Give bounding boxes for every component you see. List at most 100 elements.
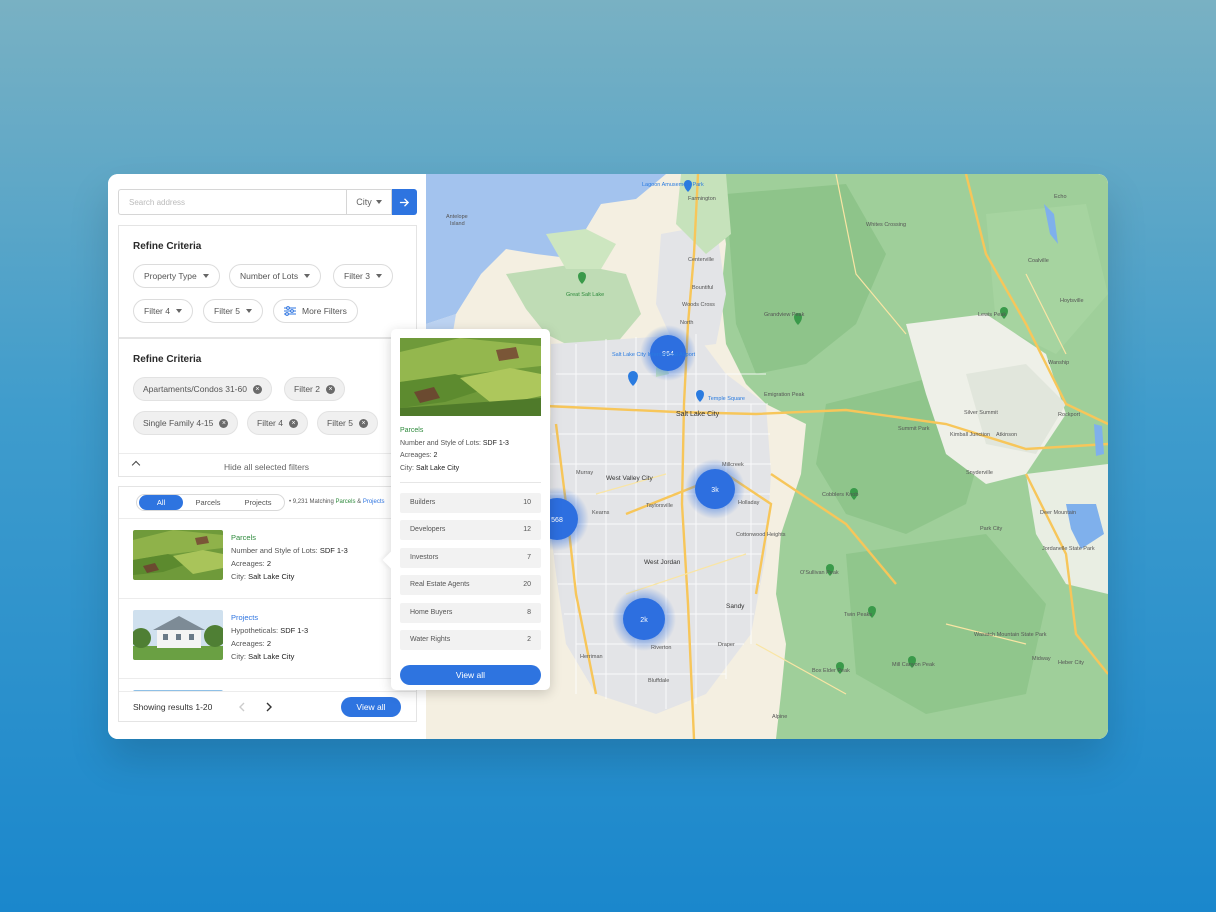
map-label: Grandview Peak bbox=[764, 312, 805, 318]
matching-projects-link[interactable]: Projects bbox=[363, 499, 385, 505]
map-label: Woods Cross bbox=[682, 302, 715, 308]
filter-3[interactable]: Filter 3 bbox=[333, 264, 393, 288]
map-label: Whites Crossing bbox=[866, 222, 906, 228]
map-label: Echo bbox=[1054, 194, 1067, 200]
more-filters-label: More Filters bbox=[302, 306, 347, 316]
result-detail: City: Salt Lake City bbox=[231, 652, 295, 661]
close-icon[interactable]: × bbox=[358, 418, 368, 428]
chip-label: Filter 4 bbox=[257, 418, 283, 428]
caret-down-icon bbox=[375, 200, 382, 204]
close-icon[interactable]: × bbox=[325, 384, 335, 394]
close-icon[interactable]: × bbox=[288, 418, 298, 428]
filter-label: Filter 3 bbox=[344, 271, 370, 281]
map-label: Box Elder Peak bbox=[812, 668, 850, 674]
popup-type: Parcels bbox=[400, 427, 424, 434]
filter-4[interactable]: Filter 4 bbox=[133, 299, 193, 323]
map-label: Great Salt Lake bbox=[566, 292, 604, 298]
filter-5[interactable]: Filter 5 bbox=[203, 299, 263, 323]
section-title: Refine Criteria bbox=[133, 354, 202, 365]
map-label: Snyderville bbox=[966, 470, 993, 476]
cluster-marker[interactable]: 2k bbox=[612, 587, 676, 651]
results-list: All Parcels Projects • 9,231 Matching Pa… bbox=[118, 486, 417, 722]
close-icon[interactable]: × bbox=[252, 384, 262, 394]
results-count: Showing results 1-20 bbox=[133, 702, 213, 712]
close-icon[interactable]: × bbox=[219, 418, 229, 428]
popup-category-row[interactable]: Water Rights 2 bbox=[400, 630, 541, 650]
popup-detail: Number and Style of Lots: SDF 1-3 bbox=[400, 440, 509, 447]
popup-image bbox=[400, 338, 541, 416]
search-bar: City bbox=[118, 189, 417, 215]
chevron-left-icon[interactable] bbox=[236, 701, 248, 713]
cluster-marker[interactable]: 3k bbox=[685, 459, 745, 519]
selected-filter-chip[interactable]: Filter 5 × bbox=[317, 411, 378, 435]
map-label: Midway bbox=[1032, 656, 1051, 662]
popup-category-row[interactable]: Developers 12 bbox=[400, 520, 541, 540]
selected-filter-chip[interactable]: Apartaments/Condos 31-60 × bbox=[133, 377, 272, 401]
map-label: Salt Lake City bbox=[676, 411, 720, 418]
tab-projects[interactable]: Projects bbox=[233, 495, 283, 510]
map-label: Rockport bbox=[1058, 412, 1080, 418]
map-label: Island bbox=[450, 221, 465, 227]
selected-filter-chip[interactable]: Filter 4 × bbox=[247, 411, 308, 435]
result-detail: Acreages: 2 bbox=[231, 559, 272, 568]
map-label: Farmington bbox=[688, 196, 716, 202]
map-label: Alpine bbox=[772, 714, 787, 720]
tab-all[interactable]: All bbox=[139, 495, 183, 510]
refine-criteria-filters: Refine Criteria Property Type Number of … bbox=[118, 225, 417, 338]
map-label: Millcreek bbox=[722, 462, 744, 468]
caret-down-icon bbox=[375, 274, 382, 278]
map-label: Cottonwood Heights bbox=[736, 532, 786, 538]
map-label: Mill Canyon Peak bbox=[892, 662, 935, 668]
map-label: Wanship bbox=[1048, 360, 1069, 366]
result-type: Projects bbox=[231, 613, 259, 622]
map-label: Twin Peaks bbox=[844, 612, 872, 618]
search-submit-button[interactable] bbox=[392, 189, 417, 215]
selected-filter-chip[interactable]: Single Family 4-15 × bbox=[133, 411, 239, 435]
map-label: Wasatch Mountain State Park bbox=[974, 632, 1047, 638]
filter-number-of-lots[interactable]: Number of Lots bbox=[229, 264, 322, 288]
map-label: Park City bbox=[980, 526, 1003, 532]
popup-category-row[interactable]: Real Estate Agents 20 bbox=[400, 575, 541, 595]
chip-label: Filter 5 bbox=[327, 418, 353, 428]
popup-category-row[interactable]: Home Buyers 8 bbox=[400, 603, 541, 623]
selected-filter-chip[interactable]: Filter 2 × bbox=[284, 377, 345, 401]
map-label: Lewis Peak bbox=[978, 312, 1006, 318]
cluster-label: 3k bbox=[711, 487, 719, 494]
view-all-button[interactable]: View all bbox=[341, 697, 401, 717]
hide-filters-label: Hide all selected filters bbox=[224, 462, 310, 472]
map-label: Herriman bbox=[580, 654, 603, 660]
app-window: 964 3k 568 2k Lagoon Amusement Park Farm… bbox=[108, 174, 1108, 739]
city-select[interactable]: City bbox=[346, 189, 392, 215]
list-item[interactable]: Parcels Number and Style of Lots: SDF 1-… bbox=[119, 518, 416, 598]
map-label: Silver Summit bbox=[964, 410, 998, 416]
tab-parcels[interactable]: Parcels bbox=[183, 495, 233, 510]
matching-parcels-link[interactable]: Parcels bbox=[335, 499, 355, 505]
popup-category-row[interactable]: Builders 10 bbox=[400, 493, 541, 513]
divider bbox=[400, 482, 541, 483]
chip-label: Filter 2 bbox=[294, 384, 320, 394]
chip-label: Single Family 4-15 bbox=[143, 418, 214, 428]
map-label: Deer Mountain bbox=[1040, 510, 1076, 516]
popup-view-all-button[interactable]: View all bbox=[400, 665, 541, 685]
map-label: Taylorsville bbox=[646, 503, 673, 509]
map-label: West Valley City bbox=[606, 475, 653, 482]
popup-category-row[interactable]: Investors 7 bbox=[400, 548, 541, 568]
caret-down-icon bbox=[245, 309, 252, 313]
chevron-right-icon[interactable] bbox=[263, 701, 275, 713]
chevron-up-icon bbox=[131, 460, 141, 470]
filter-property-type[interactable]: Property Type bbox=[133, 264, 220, 288]
matching-text: • 9,231 Matching bbox=[289, 499, 334, 505]
list-item[interactable]: Projects Hypotheticals: SDF 1-3 Acreages… bbox=[119, 598, 416, 678]
more-filters-button[interactable]: More Filters bbox=[273, 299, 358, 323]
property-popup: Parcels Number and Style of Lots: SDF 1-… bbox=[382, 329, 550, 690]
search-input[interactable] bbox=[118, 189, 346, 215]
sidebar-panel: City Refine Criteria Property Type Numbe… bbox=[108, 174, 426, 739]
caret-down-icon bbox=[304, 274, 311, 278]
popup-detail: Acreages: 2 bbox=[400, 452, 438, 459]
caret-down-icon bbox=[175, 309, 182, 313]
map-label: Riverton bbox=[651, 645, 671, 651]
refine-criteria-selected: Refine Criteria Apartaments/Condos 31-60… bbox=[118, 338, 417, 477]
hide-filters-toggle[interactable]: Hide all selected filters bbox=[119, 453, 416, 477]
result-detail: Hypotheticals: SDF 1-3 bbox=[231, 626, 309, 635]
map-label: Sandy bbox=[726, 603, 745, 610]
